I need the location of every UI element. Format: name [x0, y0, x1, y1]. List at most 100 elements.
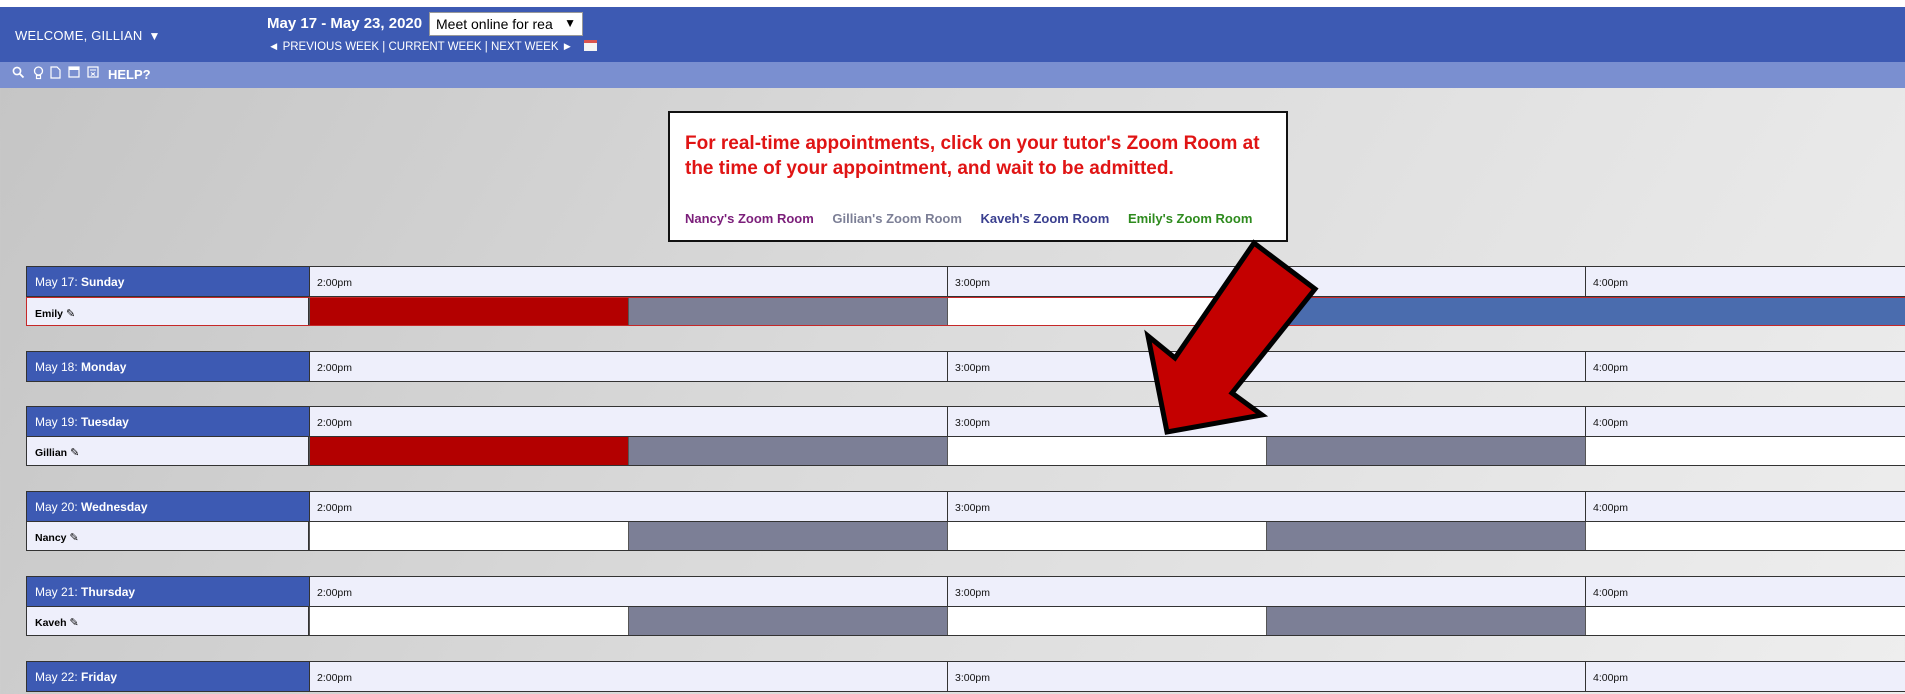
day-label: May 18: Monday	[27, 352, 309, 381]
day-label: May 17: Sunday	[27, 267, 309, 296]
time-slot-busy[interactable]	[1266, 437, 1585, 465]
week-navigation: ◄ PREVIOUS WEEK | CURRENT WEEK | NEXT WE…	[268, 40, 598, 53]
time-header: 3:00pm	[947, 662, 1585, 691]
tool-bar: HELP?	[0, 62, 1905, 88]
current-week-link[interactable]: CURRENT WEEK	[388, 41, 481, 53]
tutor-name-cell[interactable]: Gillian ✎	[27, 437, 309, 465]
calculator-icon[interactable]	[86, 66, 100, 82]
search-icon[interactable]	[11, 66, 25, 82]
day-block: May 17: Sunday 2:00pm 3:00pm 4:00pm Emily ✎	[26, 266, 1905, 326]
time-header: 2:00pm	[309, 492, 947, 521]
help-link[interactable]: HELP?	[108, 67, 151, 82]
time-header: 3:00pm	[947, 577, 1585, 606]
time-slot-open[interactable]	[947, 607, 1266, 635]
time-header: 3:00pm	[947, 352, 1585, 381]
time-header: 4:00pm	[1585, 352, 1905, 381]
header-bar: WELCOME, GILLIAN ▼ May 17 - May 23, 2020 …	[0, 7, 1905, 62]
day-date: May 20:	[35, 500, 78, 514]
time-slot-open[interactable]	[947, 522, 1266, 550]
time-header: 2:00pm	[309, 352, 947, 381]
time-slot-busy[interactable]	[1266, 522, 1585, 550]
time-header: 3:00pm	[947, 267, 1585, 296]
zoom-room-link-gillian[interactable]: Gillian's Zoom Room	[832, 211, 962, 226]
tutor-name-cell[interactable]: Emily ✎	[27, 298, 309, 325]
pencil-icon[interactable]: ✎	[70, 447, 79, 459]
time-header: 2:00pm	[309, 267, 947, 296]
pencil-icon[interactable]: ✎	[66, 308, 75, 320]
time-slot-open[interactable]	[309, 607, 628, 635]
day-block: May 20: Wednesday 2:00pm 3:00pm 4:00pm Nancy…	[26, 491, 1905, 551]
lightbulb-icon[interactable]	[31, 66, 45, 82]
time-slot-open[interactable]	[947, 298, 1266, 325]
day-header-row: May 19: Tuesday 2:00pm 3:00pm 4:00pm	[26, 406, 1905, 437]
zoom-room-link-nancy[interactable]: Nancy's Zoom Room	[685, 211, 814, 226]
day-header-row: May 22: Friday 2:00pm 3:00pm 4:00pm	[26, 661, 1905, 692]
day-label: May 22: Friday	[27, 662, 309, 691]
time-header: 4:00pm	[1585, 267, 1905, 296]
previous-week-link[interactable]: ◄ PREVIOUS WEEK	[268, 41, 379, 53]
pencil-icon[interactable]: ✎	[70, 617, 79, 629]
document-icon[interactable]	[48, 66, 62, 82]
week-date-range: May 17 - May 23, 2020	[267, 15, 423, 32]
time-slot-open[interactable]	[1585, 437, 1905, 465]
day-block: May 18: Monday 2:00pm 3:00pm 4:00pm	[26, 351, 1905, 382]
day-weekday: Monday	[81, 360, 127, 374]
day-header-row: May 20: Wednesday 2:00pm 3:00pm 4:00pm	[26, 491, 1905, 522]
day-weekday: Tuesday	[81, 415, 129, 429]
notice-message: For real-time appointments, click on you…	[685, 133, 1260, 179]
time-slot-busy[interactable]	[628, 298, 947, 325]
top-strip	[0, 0, 1905, 7]
tutor-name: Kaveh	[35, 617, 67, 629]
zoom-room-link-emily[interactable]: Emily's Zoom Room	[1128, 211, 1252, 226]
time-slot-booked[interactable]	[309, 437, 628, 465]
day-block: May 21: Thursday 2:00pm 3:00pm 4:00pm Kaveh ✎	[26, 576, 1905, 636]
day-header-row: May 17: Sunday 2:00pm 3:00pm 4:00pm	[26, 266, 1905, 297]
time-slot-busy[interactable]	[628, 437, 947, 465]
zoom-room-link-kaveh[interactable]: Kaveh's Zoom Room	[981, 211, 1110, 226]
day-date: May 17:	[35, 275, 78, 289]
next-week-link[interactable]: NEXT WEEK ►	[491, 41, 573, 53]
time-header: 4:00pm	[1585, 577, 1905, 606]
time-header: 4:00pm	[1585, 492, 1905, 521]
dropdown-arrow-icon: ▼	[560, 16, 576, 30]
day-weekday: Sunday	[81, 275, 125, 289]
tutor-row: Kaveh ✎	[26, 607, 1905, 636]
time-slot-booked[interactable]	[309, 298, 628, 325]
time-slot-open[interactable]	[309, 522, 628, 550]
nav-separator: |	[484, 41, 488, 53]
zoom-room-links: Nancy's Zoom Room Gillian's Zoom Room Ka…	[685, 211, 1267, 226]
time-slot-blue[interactable]	[1585, 298, 1905, 325]
time-slot-open[interactable]	[947, 437, 1266, 465]
time-slot-open[interactable]	[1585, 607, 1905, 635]
time-slot-blue[interactable]	[1266, 298, 1585, 325]
window-icon[interactable]	[67, 66, 81, 82]
user-menu[interactable]: WELCOME, GILLIAN ▼	[15, 28, 161, 43]
tutor-name: Gillian	[35, 447, 68, 459]
time-slot-busy[interactable]	[1266, 607, 1585, 635]
time-slot-open[interactable]	[1585, 522, 1905, 550]
time-header: 3:00pm	[947, 492, 1585, 521]
chevron-down-icon: ▼	[148, 29, 161, 43]
day-header-row: May 18: Monday 2:00pm 3:00pm 4:00pm	[26, 351, 1905, 382]
tutor-name-cell[interactable]: Kaveh ✎	[27, 607, 309, 635]
day-date: May 19:	[35, 415, 78, 429]
time-header: 2:00pm	[309, 407, 947, 436]
meeting-mode-select[interactable]: Meet online for rea ▼	[429, 12, 583, 36]
day-header-row: May 21: Thursday 2:00pm 3:00pm 4:00pm	[26, 576, 1905, 607]
day-date: May 22:	[35, 670, 78, 684]
pencil-icon[interactable]: ✎	[70, 532, 79, 544]
calendar-icon[interactable]	[584, 40, 598, 51]
day-label: May 19: Tuesday	[27, 407, 309, 436]
day-weekday: Thursday	[81, 585, 136, 599]
time-slot-busy[interactable]	[628, 522, 947, 550]
time-header: 2:00pm	[309, 577, 947, 606]
day-label: May 20: Wednesday	[27, 492, 309, 521]
tutor-row: Gillian ✎	[26, 437, 1905, 466]
day-block: May 22: Friday 2:00pm 3:00pm 4:00pm	[26, 661, 1905, 692]
tutor-name-cell[interactable]: Nancy ✎	[27, 522, 309, 550]
tutor-name: Nancy	[35, 532, 67, 544]
day-label: May 21: Thursday	[27, 577, 309, 606]
nav-separator: |	[382, 41, 386, 53]
time-header: 2:00pm	[309, 662, 947, 691]
time-slot-busy[interactable]	[628, 607, 947, 635]
